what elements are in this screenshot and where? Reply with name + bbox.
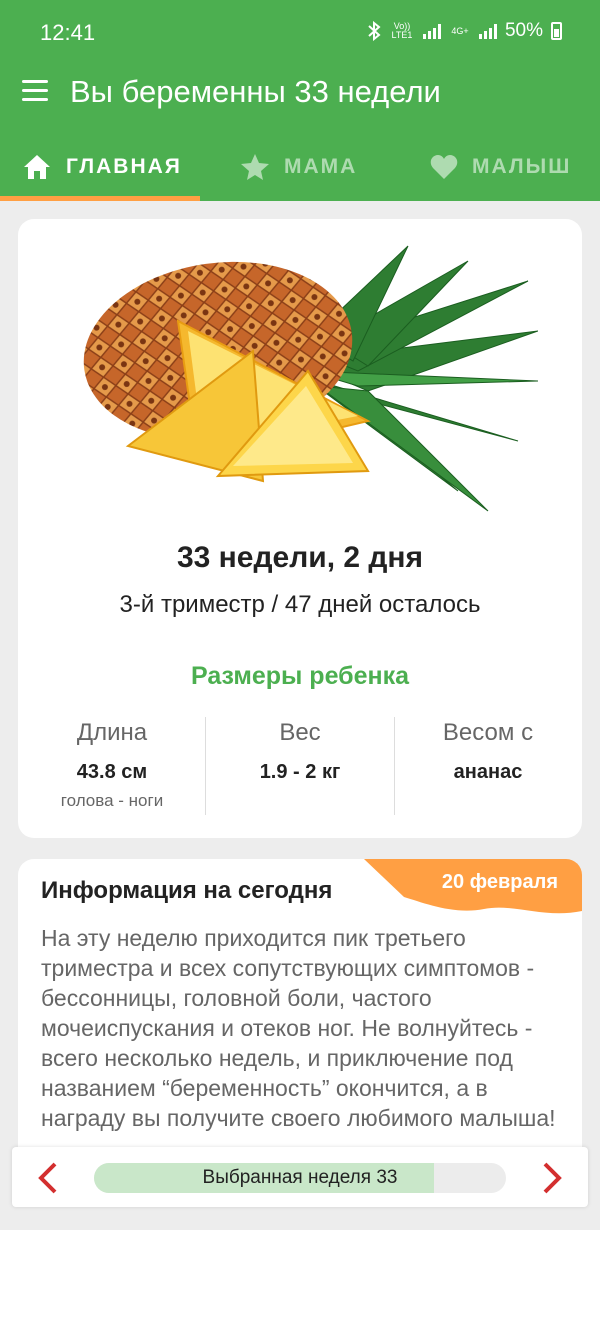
tab-baby[interactable]: МАЛЫШ (430, 132, 571, 201)
info-body: На эту неделю приходится пик третьего тр… (41, 925, 556, 1131)
week-progress[interactable]: Выбранная неделя 33 (94, 1163, 506, 1193)
battery-percent: 50% (504, 20, 543, 41)
volte-icon: Vo)) LTE1 (391, 21, 413, 40)
toolbar: Вы беременны 33 недели (0, 66, 600, 126)
status-bar: 12:41 Vo)) LTE1 4G+ 50% (0, 0, 600, 66)
pineapple-image (83, 245, 538, 512)
stat-weight-value: 1.9 - 2 кг (259, 761, 341, 783)
page-title: Вы беременны 33 недели (70, 74, 441, 109)
weeks-heading: 33 недели, 2 дня (176, 541, 424, 574)
trimester-info: 3-й триместр / 47 дней осталось (119, 591, 481, 618)
status-icons: Vo)) LTE1 4G+ 50% (367, 20, 562, 42)
status-time: 12:41 (40, 20, 96, 45)
chevron-right-icon[interactable] (540, 1161, 564, 1195)
stat-fruit: Весом с ананас (394, 719, 582, 784)
tab-home[interactable]: ГЛАВНАЯ (22, 132, 182, 201)
stat-fruit-value: ананас (453, 761, 523, 783)
stat-weight-label: Вес (279, 719, 321, 746)
tab-bar: ГЛАВНАЯ МАМА МАЛЫШ (0, 132, 600, 201)
daily-info-card: 20 февраля Информация на сегодня На эту … (18, 859, 582, 1179)
stat-weight: Вес 1.9 - 2 кг (206, 719, 394, 784)
battery-icon (551, 22, 562, 40)
tab-home-label: ГЛАВНАЯ (66, 154, 182, 178)
selected-week-label: Выбранная неделя 33 (202, 1167, 398, 1188)
chevron-left-icon[interactable] (36, 1161, 60, 1195)
network-type-icon: 4G+ (451, 25, 469, 36)
stat-length: Длина 43.8 см голова - ноги (18, 719, 206, 811)
bluetooth-icon (368, 21, 381, 41)
signal-icon (422, 23, 441, 39)
baby-sizes-title: Размеры ребенка (190, 662, 410, 690)
home-icon (24, 154, 50, 179)
info-title: Информация на сегодня (41, 877, 333, 904)
main-content: 33 недели, 2 дня 3-й триместр / 47 дней … (0, 201, 600, 1230)
tab-mama[interactable]: МАМА (240, 132, 357, 201)
star-icon (241, 153, 269, 180)
info-date: 20 февраля (441, 871, 558, 893)
tab-mama-label: МАМА (284, 154, 358, 178)
week-selector: Выбранная неделя 33 (12, 1147, 588, 1207)
stat-length-value: 43.8 см (76, 761, 148, 783)
week-summary-card: 33 недели, 2 дня 3-й триместр / 47 дней … (18, 219, 582, 838)
stat-length-label: Длина (76, 719, 148, 746)
heart-icon (430, 154, 458, 179)
app-bar: 12:41 Vo)) LTE1 4G+ 50% Вы беременны 33 … (0, 0, 600, 201)
stat-length-sub: голова - ноги (60, 791, 164, 810)
menu-icon[interactable] (22, 80, 48, 102)
tab-baby-label: МАЛЫШ (472, 154, 572, 178)
stat-fruit-label: Весом с (442, 719, 534, 746)
signal-icon-2 (478, 23, 497, 39)
